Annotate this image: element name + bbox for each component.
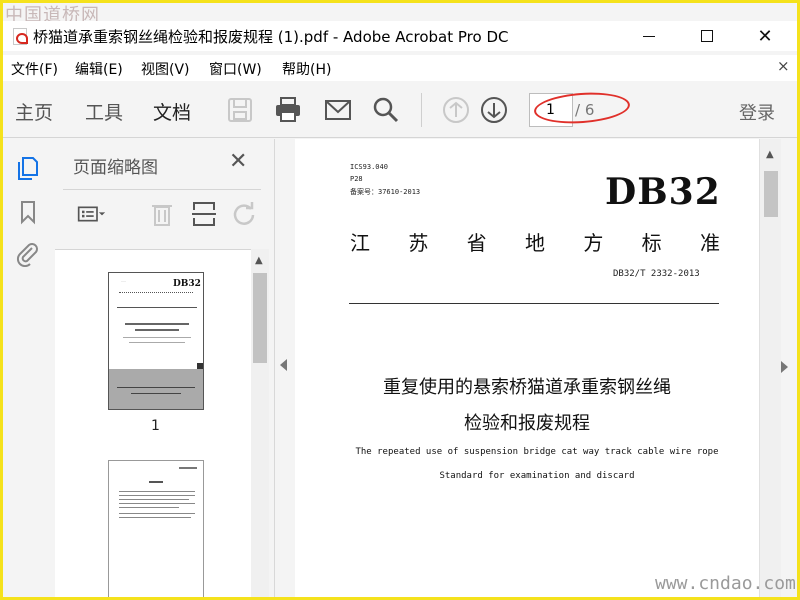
menu-view[interactable]: 视图(V) (141, 59, 190, 79)
menu-help[interactable]: 帮助(H) (282, 59, 331, 79)
doc-title-line1: 重复使用的悬索桥猫道承重索钢丝绳 (383, 377, 671, 398)
thumb-text-line (119, 491, 195, 492)
thumb-selection-overlay (109, 369, 203, 409)
close-window-button[interactable]: ✕ (745, 21, 785, 51)
thumb-province-line (119, 292, 193, 294)
thumb-text-line (119, 503, 195, 504)
menu-file[interactable]: 文件(F) (11, 59, 58, 79)
doc-record-no: 备案号：37610-2013 (350, 188, 421, 196)
scroll-thumb[interactable] (253, 273, 267, 363)
province-char: 苏 (408, 231, 429, 255)
collapse-arrow-icon[interactable] (280, 359, 287, 371)
scroll-thumb[interactable] (764, 171, 778, 217)
toolbar-separator (421, 93, 422, 127)
menu-bar: 文件(F) 编辑(E) 视图(V) 窗口(W) 帮助(H) × (3, 55, 797, 81)
app-window: 中国道桥网 桥猫道承重索钢丝绳检验和报废规程 (1).pdf - Adobe A… (0, 0, 800, 600)
doc-p-code: P28 (350, 175, 363, 183)
thumb-rule (117, 307, 197, 308)
minimize-icon (643, 35, 655, 37)
pdf-file-icon (13, 28, 28, 45)
thumb-text-line (119, 517, 191, 518)
menu-edit[interactable]: 编辑(E) (75, 59, 123, 79)
extract-page-icon[interactable] (189, 199, 219, 229)
email-icon[interactable] (323, 95, 353, 125)
doc-standard-number: DB32/T 2332-2013 (613, 269, 700, 279)
doc-ics: ICS93.040 (350, 163, 388, 171)
maximize-button[interactable] (687, 21, 727, 51)
panel-title: 页面缩略图 (73, 158, 158, 178)
panel-collapse-strip[interactable] (275, 139, 295, 597)
province-char: 地 (524, 231, 545, 255)
thumb-footer-line (131, 393, 181, 394)
thumb-footer-line (117, 387, 195, 388)
document-scrollbar[interactable]: ▲ (759, 139, 781, 597)
doc-title-line2: 检验和报废规程 (464, 413, 590, 434)
thumb-db32: DB32 (173, 279, 201, 289)
thumbnail-label-1: 1 (151, 418, 160, 434)
maximize-icon (701, 30, 713, 42)
doc-english-line2: Standard for examination and discard (439, 471, 635, 481)
panel-divider (63, 189, 261, 190)
prev-page-icon[interactable] (441, 95, 471, 125)
window-title: 桥猫道承重索钢丝绳检验和报废规程 (1).pdf - Adobe Acrobat… (33, 28, 509, 46)
delete-page-icon[interactable] (147, 199, 177, 229)
navigation-rail (3, 139, 55, 597)
close-document-button[interactable]: × (777, 57, 790, 75)
main-toolbar: 主页 工具 文档 1 / 6 登录 (3, 83, 797, 138)
expand-right-arrow-icon[interactable] (781, 361, 788, 373)
tab-tools[interactable]: 工具 (85, 98, 123, 125)
doc-english-line1: The repeated use of suspension bridge ca… (355, 447, 719, 457)
thumb-english-line (123, 337, 191, 338)
thumb-meta: ····· (121, 279, 126, 283)
menu-window[interactable]: 窗口(W) (209, 59, 262, 79)
province-char: 准 (699, 231, 720, 255)
close-panel-button[interactable]: ✕ (229, 149, 247, 174)
rotate-page-icon[interactable] (229, 199, 259, 229)
print-icon[interactable] (273, 95, 303, 125)
province-char: 方 (583, 231, 604, 255)
attachments-icon[interactable] (15, 241, 41, 267)
bookmarks-icon[interactable] (15, 199, 41, 225)
thumb-title-line (135, 329, 179, 331)
watermark-bottom: www.cndao.com (655, 573, 796, 594)
document-page: ICS93.040 P28 备案号：37610-2013 DB32 江 苏 省 … (295, 139, 759, 597)
doc-db-code: DB32 (605, 171, 721, 213)
thumb-text-line (119, 495, 195, 496)
province-char: 江 (350, 231, 370, 255)
page-thumbnail-1[interactable]: ····· DB32 (108, 272, 204, 410)
thumbnail-options-icon[interactable] (77, 199, 107, 229)
thumb-title-line (125, 323, 189, 325)
province-char: 标 (641, 231, 662, 255)
scroll-up-icon[interactable]: ▲ (255, 255, 263, 266)
thumb-text-line (119, 499, 189, 500)
scroll-up-icon[interactable]: ▲ (766, 149, 774, 160)
tab-document[interactable]: 文档 (153, 98, 191, 125)
next-page-icon[interactable] (479, 95, 509, 125)
thumb-text-line (119, 507, 179, 508)
title-bar: 桥猫道承重索钢丝绳检验和报废规程 (1).pdf - Adobe Acrobat… (3, 21, 797, 51)
thumbnail-scrollbar[interactable]: ▲ (251, 249, 269, 597)
search-icon[interactable] (371, 95, 401, 125)
minimize-button[interactable] (629, 21, 669, 51)
thumbnail-list: ····· DB32 1 (55, 249, 251, 597)
thumb-text-line (179, 467, 197, 469)
doc-rule (349, 303, 719, 304)
province-char: 省 (466, 231, 487, 255)
tab-home[interactable]: 主页 (15, 98, 53, 125)
doc-province-heading: 江 苏 省 地 方 标 准 (350, 227, 720, 256)
close-icon: ✕ (757, 25, 773, 47)
save-icon[interactable] (225, 95, 255, 125)
thumb-english-line (129, 342, 185, 343)
page-thumbnails-icon[interactable] (15, 155, 41, 181)
page-thumbnail-2[interactable] (108, 460, 204, 597)
login-button[interactable]: 登录 (739, 99, 775, 125)
thumb-text-line (149, 481, 163, 483)
thumb-text-line (119, 513, 195, 514)
thumbnail-panel: 页面缩略图 ✕ ····· DB32 1 ▲ (55, 139, 275, 597)
